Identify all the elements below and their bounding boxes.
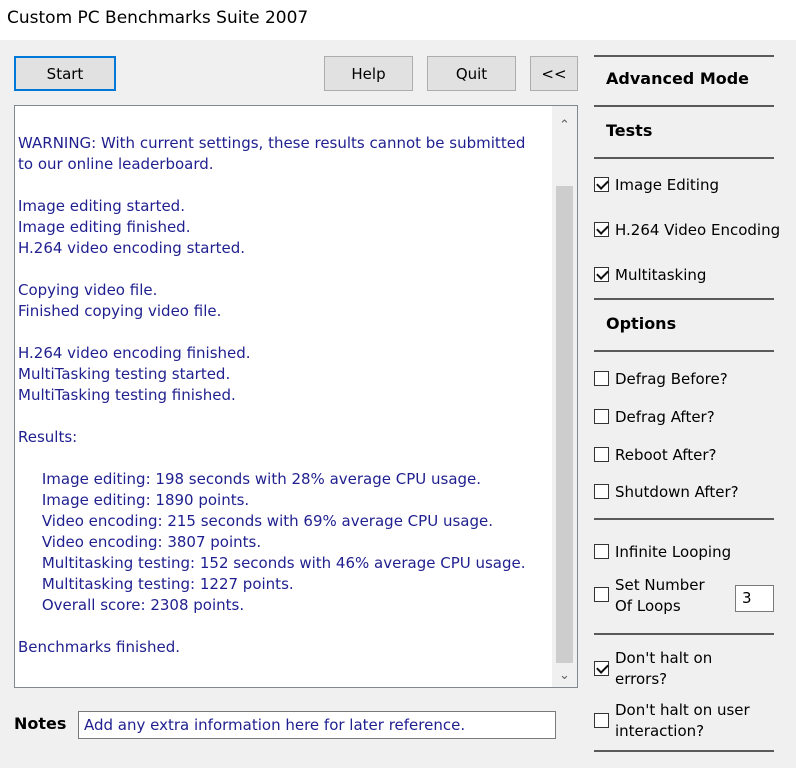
mode-heading: Advanced Mode	[606, 69, 750, 88]
checkbox-label: Don't halt on errors?	[615, 648, 712, 690]
divider	[594, 750, 774, 752]
label-line: interaction?	[615, 722, 705, 740]
set-number-of-loops-checkbox[interactable]: Set Number Of Loops	[594, 576, 705, 628]
checkbox-checked-icon[interactable]	[594, 661, 609, 676]
dont-halt-on-errors-checkbox[interactable]: Don't halt on errors?	[594, 649, 712, 701]
checkbox-label: Defrag After?	[615, 408, 715, 426]
reboot-after-checkbox[interactable]: Reboot After?	[594, 445, 716, 466]
infinite-looping-checkbox[interactable]: Infinite Looping	[594, 542, 731, 563]
window-title: Custom PC Benchmarks Suite 2007	[7, 8, 309, 28]
defrag-before-checkbox[interactable]: Defrag Before?	[594, 369, 728, 390]
start-button[interactable]: Start	[14, 56, 116, 91]
checkbox-label: Reboot After?	[615, 446, 717, 464]
collapse-button[interactable]: <<	[530, 56, 578, 91]
label-line: Don't halt on user	[615, 701, 750, 719]
divider	[594, 350, 774, 352]
defrag-after-checkbox[interactable]: Defrag After?	[594, 407, 715, 428]
checkbox-label: Shutdown After?	[615, 483, 739, 501]
checkbox-label: Multitasking	[615, 266, 707, 284]
scroll-up-icon[interactable]: ⌃	[552, 114, 577, 136]
title-bar: Custom PC Benchmarks Suite 2007	[0, 0, 796, 40]
log-scrollbar[interactable]: ⌃ ⌄	[552, 106, 577, 687]
quit-button[interactable]: Quit	[427, 56, 516, 91]
checkbox-icon[interactable]	[594, 371, 609, 386]
divider	[594, 298, 774, 300]
shutdown-after-checkbox[interactable]: Shutdown After?	[594, 482, 739, 503]
checkbox-icon[interactable]	[594, 713, 609, 728]
tests-heading: Tests	[606, 121, 653, 140]
divider	[594, 157, 774, 159]
checkbox-checked-icon[interactable]	[594, 177, 609, 192]
divider	[594, 518, 774, 520]
divider	[594, 105, 774, 107]
label-line: errors?	[615, 670, 668, 688]
help-button[interactable]: Help	[324, 56, 413, 91]
checkbox-label: Infinite Looping	[615, 543, 732, 561]
notes-label: Notes	[14, 714, 67, 733]
options-heading: Options	[606, 314, 677, 333]
dont-halt-on-user-interaction-checkbox[interactable]: Don't halt on user interaction?	[594, 701, 750, 753]
checkbox-icon[interactable]	[594, 447, 609, 462]
label-line: Don't halt on	[615, 649, 713, 667]
notes-input[interactable]: Add any extra information here for later…	[78, 711, 556, 739]
checkbox-icon[interactable]	[594, 544, 609, 559]
label-line: Of Loops	[615, 597, 681, 615]
divider	[594, 633, 774, 635]
checkbox-checked-icon[interactable]	[594, 222, 609, 237]
scroll-thumb[interactable]	[556, 186, 573, 663]
results-log[interactable]: WARNING: With current settings, these re…	[14, 105, 578, 688]
label-line: Set Number	[615, 576, 705, 594]
checkbox-label: Set Number Of Loops	[615, 575, 705, 617]
checkbox-checked-icon[interactable]	[594, 267, 609, 282]
log-text: WARNING: With current settings, these re…	[18, 134, 526, 656]
checkbox-label: Image Editing	[615, 176, 719, 194]
test-multitasking-checkbox[interactable]: Multitasking	[594, 265, 706, 286]
checkbox-icon[interactable]	[594, 587, 609, 602]
test-image-editing-checkbox[interactable]: Image Editing	[594, 175, 719, 196]
test-video-encoding-checkbox[interactable]: H.264 Video Encoding	[594, 220, 780, 241]
checkbox-label: Defrag Before?	[615, 370, 728, 388]
divider	[594, 55, 774, 57]
checkbox-icon[interactable]	[594, 409, 609, 424]
loop-count-input[interactable]: 3	[735, 585, 774, 612]
scroll-down-icon[interactable]: ⌄	[552, 664, 577, 686]
checkbox-icon[interactable]	[594, 484, 609, 499]
checkbox-label: H.264 Video Encoding	[615, 221, 781, 239]
checkbox-label: Don't halt on user interaction?	[615, 700, 750, 742]
